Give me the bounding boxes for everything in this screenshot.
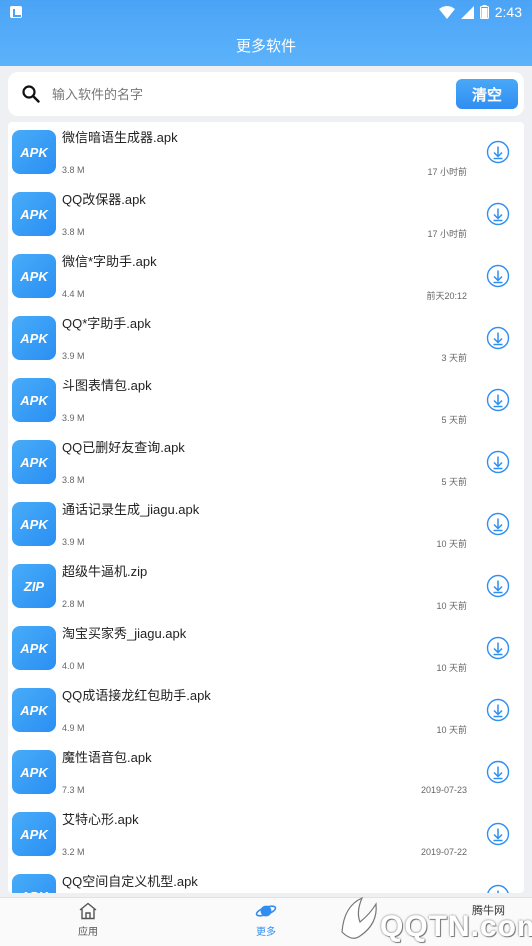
- file-size: 4.9 M: [62, 723, 85, 733]
- file-type-icon: APK: [12, 378, 56, 422]
- list-item[interactable]: ZIP 超级牛逼机.zip 2.8 M 10 天前: [8, 556, 524, 618]
- list-item[interactable]: APK 斗图表情包.apk 3.9 M 5 天前: [8, 370, 524, 432]
- file-name: 淘宝买家秀_jiagu.apk: [62, 626, 187, 641]
- file-type-icon: APK: [12, 626, 56, 670]
- planet-icon: [255, 905, 277, 917]
- file-time: 10 天前: [436, 663, 467, 673]
- file-name: QQ改保器.apk: [62, 192, 146, 207]
- download-icon[interactable]: [486, 140, 510, 164]
- file-size: 3.9 M: [62, 413, 85, 423]
- file-name: QQ已删好友查询.apk: [62, 440, 185, 455]
- app-header: 2:43 更多软件: [0, 0, 532, 66]
- file-time: 10 天前: [436, 539, 467, 549]
- file-size: 4.4 M: [62, 289, 85, 299]
- list-item[interactable]: APK 通话记录生成_jiagu.apk 3.9 M 10 天前: [8, 494, 524, 556]
- list-item[interactable]: APK 淘宝买家秀_jiagu.apk 4.0 M 10 天前: [8, 618, 524, 680]
- file-name: 微信*字助手.apk: [62, 254, 157, 269]
- list-item[interactable]: APK 魔性语音包.apk 7.3 M 2019-07-23: [8, 742, 524, 804]
- clear-button[interactable]: 清空: [456, 79, 518, 109]
- file-name: 超级牛逼机.zip: [62, 564, 148, 579]
- watermark-logo-icon: [341, 896, 377, 939]
- file-name: QQ成语接龙红包助手.apk: [62, 688, 211, 703]
- file-size: 3.8 M: [62, 165, 85, 175]
- battery-icon: [479, 5, 489, 19]
- download-icon[interactable]: [486, 202, 510, 226]
- file-type-icon: APK: [12, 750, 56, 794]
- watermark-text: QQTN.com: [380, 910, 532, 943]
- signal-icon: [460, 5, 474, 19]
- file-type-icon: APK: [12, 440, 56, 484]
- wifi-icon: [438, 5, 455, 19]
- list-item[interactable]: APK QQ成语接龙红包助手.apk 4.9 M 10 天前: [8, 680, 524, 742]
- download-icon[interactable]: [486, 574, 510, 598]
- file-name: 微信暗语生成器.apk: [62, 130, 178, 145]
- status-bar: 2:43: [0, 0, 532, 24]
- file-name: QQ空间自定义机型.apk: [62, 874, 198, 889]
- download-icon[interactable]: [486, 326, 510, 350]
- download-icon[interactable]: [486, 698, 510, 722]
- file-list[interactable]: APK 微信暗语生成器.apk 3.8 M 17 小时前 APK QQ改保器.apk 3.8…: [8, 122, 524, 893]
- file-type-icon: APK: [12, 812, 56, 856]
- download-icon[interactable]: [486, 512, 510, 536]
- file-type-icon: APK: [12, 254, 56, 298]
- file-time: 17 小时前: [427, 229, 467, 239]
- download-icon[interactable]: [486, 636, 510, 660]
- notification-icon: [10, 6, 22, 18]
- search-input[interactable]: [52, 79, 456, 109]
- file-time: 5 天前: [441, 415, 467, 425]
- list-item[interactable]: APK 微信*字助手.apk 4.4 M 前天20:12: [8, 246, 524, 308]
- file-type-icon: APK: [12, 192, 56, 236]
- file-time: 5 天前: [441, 477, 467, 487]
- file-time: 2019-07-23: [420, 785, 467, 795]
- file-size: 3.8 M: [62, 475, 85, 485]
- file-size: 3.8 M: [62, 227, 85, 237]
- file-size: 7.3 M: [62, 785, 85, 795]
- file-name: 斗图表情包.apk: [62, 378, 152, 393]
- nav-tab-more[interactable]: 更多: [236, 902, 296, 944]
- list-item[interactable]: APK QQ改保器.apk 3.8 M 17 小时前: [8, 184, 524, 246]
- nav-tab-apps[interactable]: 应用: [58, 902, 118, 944]
- file-time: 前天20:12: [426, 291, 467, 301]
- file-type-icon: ZIP: [12, 564, 56, 608]
- download-icon[interactable]: [486, 760, 510, 784]
- file-time: 10 天前: [436, 725, 467, 735]
- download-icon[interactable]: [486, 822, 510, 846]
- file-type-icon: APK: [12, 130, 56, 174]
- list-item[interactable]: APK QQ已删好友查询.apk 3.8 M 5 天前: [8, 432, 524, 494]
- watermark: 腾牛网 QQTN.com: [330, 888, 532, 946]
- search-icon[interactable]: [20, 83, 42, 105]
- file-size: 3.9 M: [62, 537, 85, 547]
- file-name: 艾特心形.apk: [62, 812, 139, 827]
- page-title: 更多软件: [235, 37, 296, 55]
- file-size: 2.8 M: [62, 599, 85, 609]
- file-name: 魔性语音包.apk: [62, 750, 152, 765]
- nav-label-more: 更多: [256, 927, 276, 938]
- search-bar: 清空: [8, 72, 524, 116]
- list-item[interactable]: APK QQ*字助手.apk 3.9 M 3 天前: [8, 308, 524, 370]
- file-time: 17 小时前: [427, 167, 467, 177]
- file-type-icon: APK: [12, 688, 56, 732]
- file-time: 3 天前: [441, 353, 467, 363]
- download-icon[interactable]: [486, 264, 510, 288]
- file-type-icon: APK: [12, 502, 56, 546]
- home-icon: [79, 902, 97, 920]
- file-time: 10 天前: [436, 601, 467, 611]
- download-icon[interactable]: [486, 388, 510, 412]
- file-type-icon: APK: [12, 874, 56, 893]
- file-name: 通话记录生成_jiagu.apk: [62, 502, 200, 517]
- file-name: QQ*字助手.apk: [62, 316, 151, 331]
- download-icon[interactable]: [486, 450, 510, 474]
- file-size: 3.9 M: [62, 351, 85, 361]
- file-size: 4.0 M: [62, 661, 85, 671]
- list-item[interactable]: APK 微信暗语生成器.apk 3.8 M 17 小时前: [8, 122, 524, 184]
- list-item[interactable]: APK 艾特心形.apk 3.2 M 2019-07-22: [8, 804, 524, 866]
- file-size: 3.2 M: [62, 847, 85, 857]
- file-time: 2019-07-22: [420, 847, 467, 857]
- file-type-icon: APK: [12, 316, 56, 360]
- nav-label-apps: 应用: [78, 927, 98, 938]
- status-time: 2:43: [494, 4, 522, 20]
